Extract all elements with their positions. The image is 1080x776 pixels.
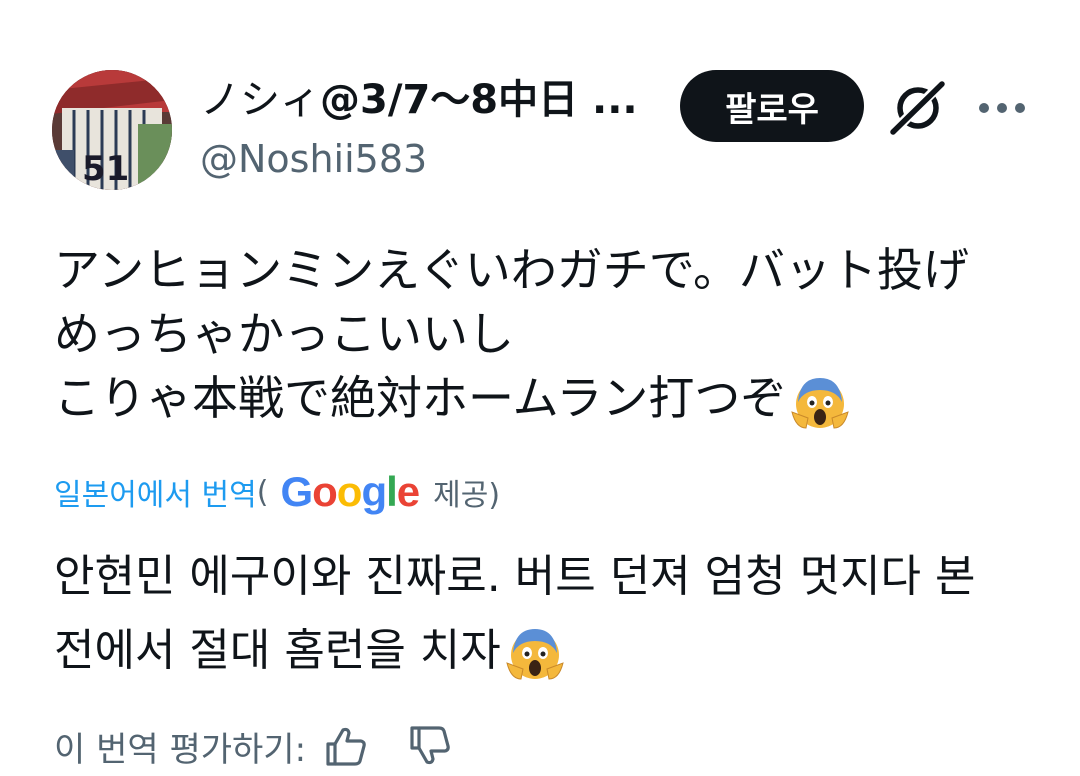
avatar[interactable]: 51 xyxy=(52,70,172,190)
tweet-line-text: こりゃ本戦で絶対ホームラン打つぞ xyxy=(54,371,787,425)
tweet-line: こりゃ本戦で絶対ホームラン打つぞ xyxy=(54,366,1044,432)
open-paren: ( xyxy=(256,474,269,510)
follow-button[interactable]: 팔로우 xyxy=(680,70,864,142)
svg-text:51: 51 xyxy=(82,149,129,189)
more-horizontal-icon[interactable] xyxy=(974,88,1030,128)
thumbs-up-icon[interactable] xyxy=(324,724,368,768)
tweet-header: 51 ノシィ@3/7〜8中日 ... @Noshii583 팔로우 xyxy=(0,0,1080,210)
translation-credit: 일본어에서 번역 ( Google 제공) xyxy=(54,464,500,520)
grok-slash-icon[interactable] xyxy=(888,78,948,138)
translation-line-text: 전에서 절대 홈런을 치자 xyxy=(54,625,501,676)
display-name[interactable]: ノシィ@3/7〜8中日 ... xyxy=(200,74,670,126)
tweet-line: アンヒョンミンえぐいわガチで。バット投げ xyxy=(54,243,969,297)
translation-line: 안현민 에구이와 진짜로. 버트 던져 엄청 멋지다 본 xyxy=(54,551,976,602)
translated-text: 안현민 에구이와 진짜로. 버트 던져 엄청 멋지다 본 전에서 절대 홈런을 … xyxy=(54,540,1054,688)
screaming-face-emoji-icon xyxy=(791,377,850,429)
user-handle[interactable]: @Noshii583 xyxy=(200,134,427,184)
screaming-face-emoji-icon xyxy=(506,629,564,680)
provided-label: 제공) xyxy=(433,478,501,513)
tweet-text: アンヒョンミンえぐいわガチで。バット投げ めっちゃかっこいいし こりゃ本戦で絶対… xyxy=(54,238,1044,432)
thumbs-down-icon[interactable] xyxy=(408,724,452,768)
rate-label: 이 번역 평가하기: xyxy=(54,729,307,770)
translated-from-link[interactable]: 일본어에서 번역 xyxy=(54,470,257,514)
translation-line: 전에서 절대 홈런을 치자 xyxy=(54,614,1054,688)
tweet-line: めっちゃかっこいいし xyxy=(54,307,514,361)
display-name-suffix: @3/7〜8中日 ... xyxy=(320,77,638,123)
google-logo-icon: Google xyxy=(280,468,420,515)
display-name-prefix: ノシィ xyxy=(200,77,320,123)
avatar-image: 51 xyxy=(52,70,172,190)
rate-translation: 이 번역 평가하기: xyxy=(54,716,452,776)
